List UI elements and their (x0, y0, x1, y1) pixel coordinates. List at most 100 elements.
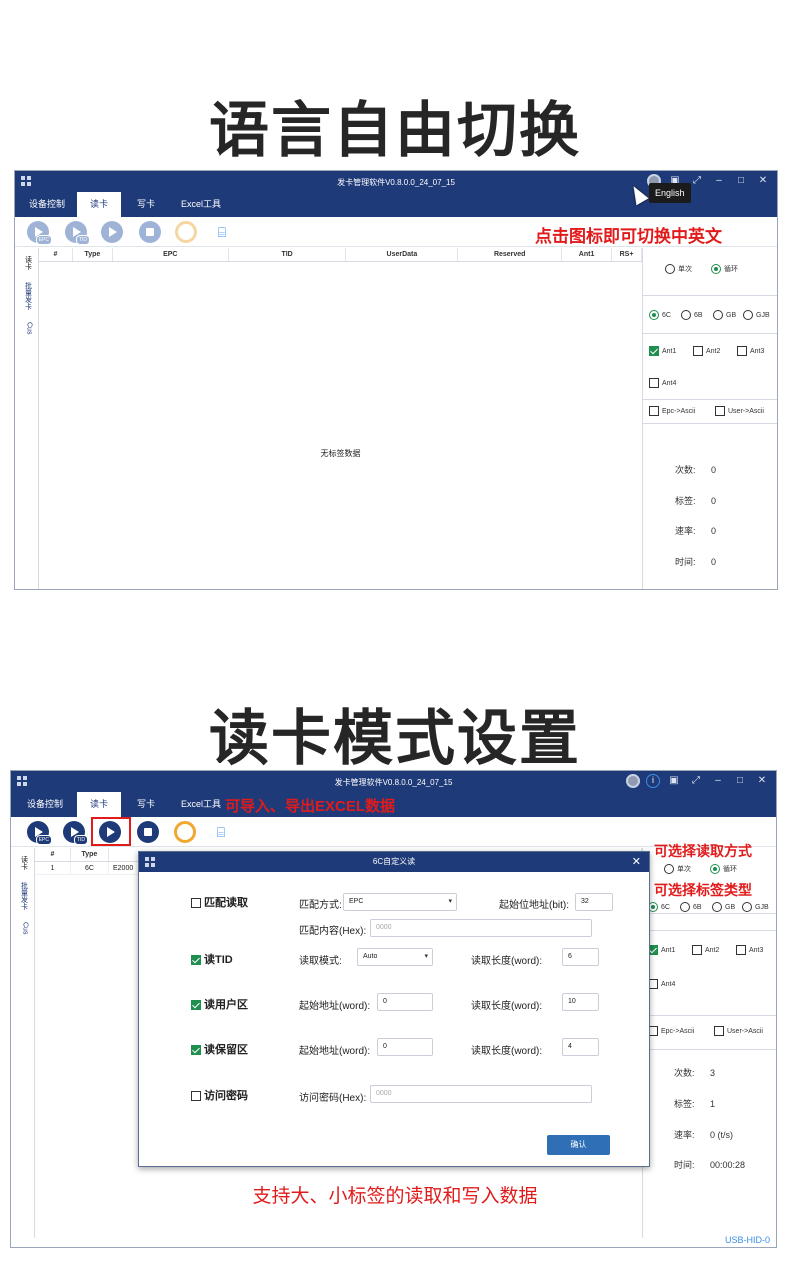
side-tab-batch[interactable]: 批量发卡 (21, 282, 33, 310)
info-icon[interactable]: i (646, 774, 660, 788)
protocol-6c-radio[interactable]: 6C (649, 310, 671, 320)
protocol-gjb-radio[interactable]: GJB (742, 902, 769, 912)
match-mode-select[interactable]: EPC (343, 893, 457, 911)
stat-rate-value: 0 (711, 526, 717, 536)
read-epc-button[interactable]: EPC (27, 221, 52, 245)
match-content-input[interactable]: 0000 (370, 919, 592, 937)
epc-ascii-checkbox[interactable]: Epc->Ascii (649, 406, 695, 416)
epc-ascii-checkbox[interactable]: Epc->Ascii (648, 1026, 694, 1036)
mode-loop-radio[interactable]: 循环 (711, 264, 738, 275)
stop-button[interactable] (139, 221, 161, 243)
ant2-checkbox[interactable]: Ant2 (693, 346, 720, 356)
refresh-button[interactable] (174, 821, 196, 843)
col-num[interactable]: # (39, 248, 73, 261)
mode-loop-radio[interactable]: 循环 (710, 864, 737, 875)
ant4-checkbox[interactable]: Ant4 (648, 979, 675, 989)
mode-single-radio[interactable]: 单次 (665, 264, 692, 275)
protocol-6b-radio[interactable]: 6B (680, 902, 702, 912)
connect-icon[interactable]: ⌸ (210, 821, 232, 843)
protocol-6c-label: 6C (662, 311, 671, 319)
connect-icon[interactable]: ⌸ (211, 221, 233, 243)
mode-single-radio[interactable]: 单次 (664, 864, 691, 875)
protocol-gjb-radio[interactable]: GJB (743, 310, 770, 320)
minimize-icon[interactable]: – (711, 173, 727, 189)
confirm-button[interactable]: 确认 (547, 1135, 610, 1155)
read-tid-button[interactable]: TID (63, 821, 88, 845)
language-globe-icon[interactable] (626, 774, 640, 788)
protocol-gb-radio[interactable]: GB (713, 310, 736, 320)
tab-read-card[interactable]: 读卡 (77, 192, 121, 217)
maximize-icon[interactable]: □ (733, 173, 749, 189)
read-epc-button[interactable]: EPC (27, 821, 52, 845)
read-tid-button[interactable]: TID (65, 221, 90, 245)
col-num[interactable]: # (35, 848, 71, 861)
col-epc[interactable]: EPC (113, 248, 229, 261)
stat-tags-value: 0 (711, 496, 717, 506)
access-pwd-checkbox[interactable]: 访问密码 (191, 1087, 248, 1103)
protocol-gb-label: GB (725, 903, 736, 911)
read-tid-checkbox[interactable]: 读TID (191, 951, 233, 967)
res-len-input[interactable]: 4 (562, 1038, 599, 1056)
side-tab-batch[interactable]: 批量发卡 (17, 882, 29, 910)
expand-icon[interactable]: ⤢ (688, 773, 704, 789)
col-ant1[interactable]: Ant1 (562, 248, 613, 261)
refresh-button[interactable] (175, 221, 197, 243)
stop-button[interactable] (137, 821, 159, 843)
layout-icon[interactable]: ▣ (666, 773, 682, 789)
read-reserved-checkbox[interactable]: 读保留区 (191, 1041, 248, 1057)
ant2-checkbox[interactable]: Ant2 (692, 945, 719, 955)
stat-tags: 标签: 0 (675, 494, 716, 507)
tab-device-control[interactable]: 设备控制 (17, 792, 73, 817)
side-tab-read[interactable]: 读卡 (21, 256, 33, 270)
custom-read-button[interactable] (101, 221, 123, 243)
maximize-icon[interactable]: □ (732, 773, 748, 789)
expand-icon[interactable]: ⤢ (689, 173, 705, 189)
match-read-checkbox[interactable]: 匹配读取 (191, 894, 248, 910)
ant1-checkbox[interactable]: Ant1 (648, 945, 675, 955)
ant4-checkbox[interactable]: Ant4 (649, 378, 676, 388)
tab-write-card[interactable]: 写卡 (127, 792, 165, 817)
read-mode-select[interactable]: Auto (357, 948, 433, 966)
col-type[interactable]: Type (71, 848, 109, 861)
tab-excel-tools[interactable]: Excel工具 (171, 192, 231, 217)
close-icon[interactable]: ✕ (754, 773, 770, 789)
side-tab-cus[interactable]: Cus (17, 922, 29, 934)
stat-count-value: 0 (711, 465, 717, 475)
read-user-checkbox[interactable]: 读用户区 (191, 996, 248, 1012)
ant3-checkbox[interactable]: Ant3 (737, 346, 764, 356)
protocol-6b-radio[interactable]: 6B (681, 310, 703, 320)
protocol-6c-radio[interactable]: 6C (648, 902, 670, 912)
dialog-close-icon[interactable]: ✕ (632, 852, 641, 872)
protocol-gb-radio[interactable]: GB (712, 902, 735, 912)
dialog-title-bar: 6C自定义读 ✕ (139, 852, 649, 872)
col-reserved[interactable]: Reserved (458, 248, 563, 261)
close-icon[interactable]: ✕ (755, 173, 771, 189)
user-ascii-checkbox[interactable]: User->Ascii (715, 406, 764, 416)
tab-excel-tools[interactable]: Excel工具 (171, 792, 231, 817)
access-pwd-field-label: 访问密码(Hex): (299, 1093, 367, 1104)
row-type: 6C (71, 862, 109, 874)
side-tab-read[interactable]: 读卡 (17, 856, 29, 870)
user-start-input[interactable]: 0 (377, 993, 433, 1011)
right-panel: 单次 循环 6C 6B GB GJB Ant1 Ant2 Ant3 Ant4 E… (642, 848, 776, 1238)
start-bit-input[interactable]: 32 (575, 893, 613, 911)
ant3-checkbox[interactable]: Ant3 (736, 945, 763, 955)
tid-len-input[interactable]: 6 (562, 948, 599, 966)
tab-read-card[interactable]: 读卡 (77, 792, 121, 817)
user-len-input[interactable]: 10 (562, 993, 599, 1011)
ant1-label: Ant1 (661, 946, 676, 954)
col-type[interactable]: Type (73, 248, 113, 261)
epc-badge: EPC (35, 835, 52, 845)
side-tab-cus[interactable]: Cus (21, 322, 33, 334)
tab-device-control[interactable]: 设备控制 (19, 192, 75, 217)
col-rs[interactable]: RS+ (612, 248, 642, 261)
col-userdata[interactable]: UserData (346, 248, 459, 261)
user-ascii-label: User->Ascii (727, 1027, 763, 1035)
tab-write-card[interactable]: 写卡 (127, 192, 165, 217)
res-start-input[interactable]: 0 (377, 1038, 433, 1056)
access-pwd-input[interactable]: 0000 (370, 1085, 592, 1103)
col-tid[interactable]: TID (229, 248, 347, 261)
ant1-checkbox[interactable]: Ant1 (649, 346, 676, 356)
minimize-icon[interactable]: – (710, 773, 726, 789)
user-ascii-checkbox[interactable]: User->Ascii (714, 1026, 763, 1036)
